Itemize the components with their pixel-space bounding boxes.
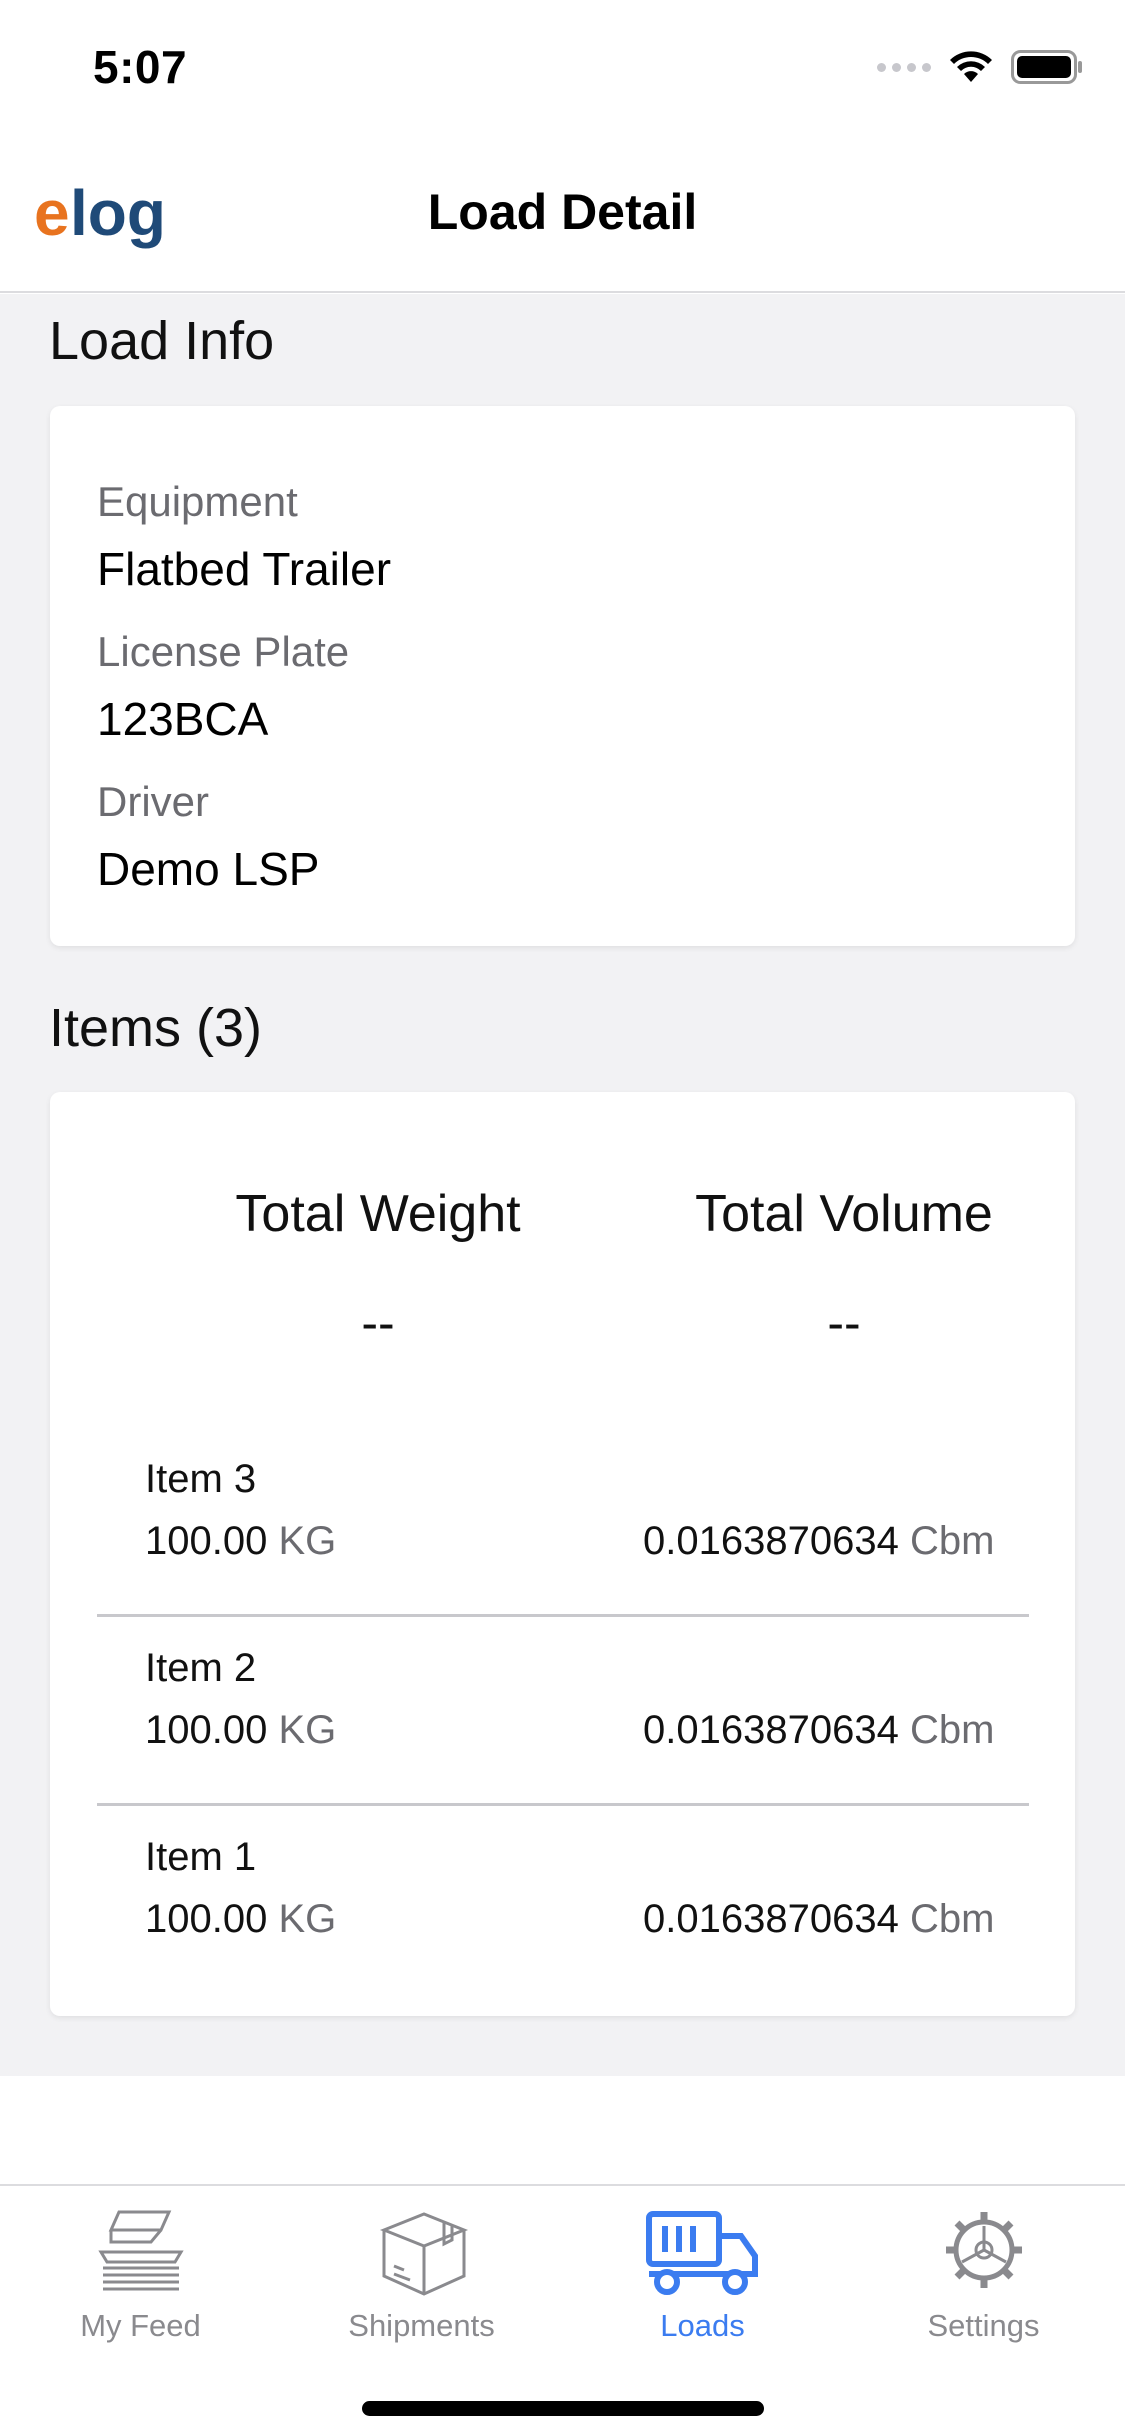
items-card: Total Weight Total Volume -- -- Item 3 1…: [50, 1092, 1075, 2016]
home-indicator[interactable]: [362, 2401, 764, 2416]
wifi-icon: [950, 51, 992, 82]
nav-header: e log Load Detail: [0, 135, 1125, 293]
total-volume-label: Total Volume: [695, 1185, 993, 1243]
status-icons: [877, 50, 1083, 84]
item-weight: 100.00 KG: [145, 1708, 337, 1752]
driver-label: Driver: [97, 778, 209, 825]
item-volume: 0.0163870634 Cbm: [643, 1519, 995, 1563]
item-row[interactable]: Item 2 100.00 KG 0.0163870634 Cbm: [97, 1616, 1029, 1806]
tab-label: Settings: [927, 2308, 1040, 2343]
status-time: 5:07: [93, 41, 188, 93]
item-name: Item 2: [145, 1646, 257, 1690]
equipment-value: Flatbed Trailer: [97, 543, 392, 595]
driver-value: Demo LSP: [97, 843, 320, 895]
feed-icon: [97, 2210, 184, 2291]
content-area[interactable]: Load Info Equipment Flatbed Trailer Lice…: [0, 294, 1125, 2076]
item-row[interactable]: Item 1 100.00 KG 0.0163870634 Cbm: [97, 1805, 1029, 1995]
item-row[interactable]: Item 3 100.00 KG 0.0163870634 Cbm: [97, 1427, 1029, 1617]
tab-my-feed[interactable]: My Feed: [0, 2196, 281, 2346]
tab-label: My Feed: [80, 2308, 201, 2343]
battery-icon: [1011, 50, 1082, 84]
tab-loads[interactable]: Loads: [562, 2196, 843, 2346]
status-bar: 5:07: [0, 0, 1125, 135]
gear-icon: [945, 2212, 1022, 2288]
tab-settings[interactable]: Settings: [843, 2196, 1124, 2346]
tab-bar: My Feed Shipments Loads Settings: [0, 2184, 1125, 2436]
item-volume: 0.0163870634 Cbm: [643, 1897, 995, 1941]
load-info-card: Equipment Flatbed Trailer License Plate …: [50, 406, 1075, 946]
load-info-title: Load Info: [49, 311, 275, 371]
total-volume-value: --: [827, 1295, 861, 1351]
item-name: Item 1: [145, 1835, 257, 1879]
page-title: Load Detail: [427, 184, 698, 240]
item-weight: 100.00 KG: [145, 1519, 337, 1563]
license-plate-label: License Plate: [97, 628, 350, 675]
item-name: Item 3: [145, 1457, 257, 1501]
item-volume: 0.0163870634 Cbm: [643, 1708, 995, 1752]
item-weight: 100.00 KG: [145, 1897, 337, 1941]
tab-label: Shipments: [348, 2308, 495, 2343]
total-weight-label: Total Weight: [235, 1185, 521, 1243]
tab-label: Loads: [660, 2308, 745, 2343]
signal-icon: [877, 62, 931, 72]
tab-shipments[interactable]: Shipments: [281, 2196, 562, 2346]
license-plate-value: 123BCA: [97, 693, 269, 745]
items-title: Items (3): [49, 998, 263, 1058]
box-icon: [379, 2212, 468, 2296]
total-weight-value: --: [361, 1295, 395, 1351]
equipment-label: Equipment: [97, 478, 298, 525]
truck-icon: [645, 2211, 758, 2295]
